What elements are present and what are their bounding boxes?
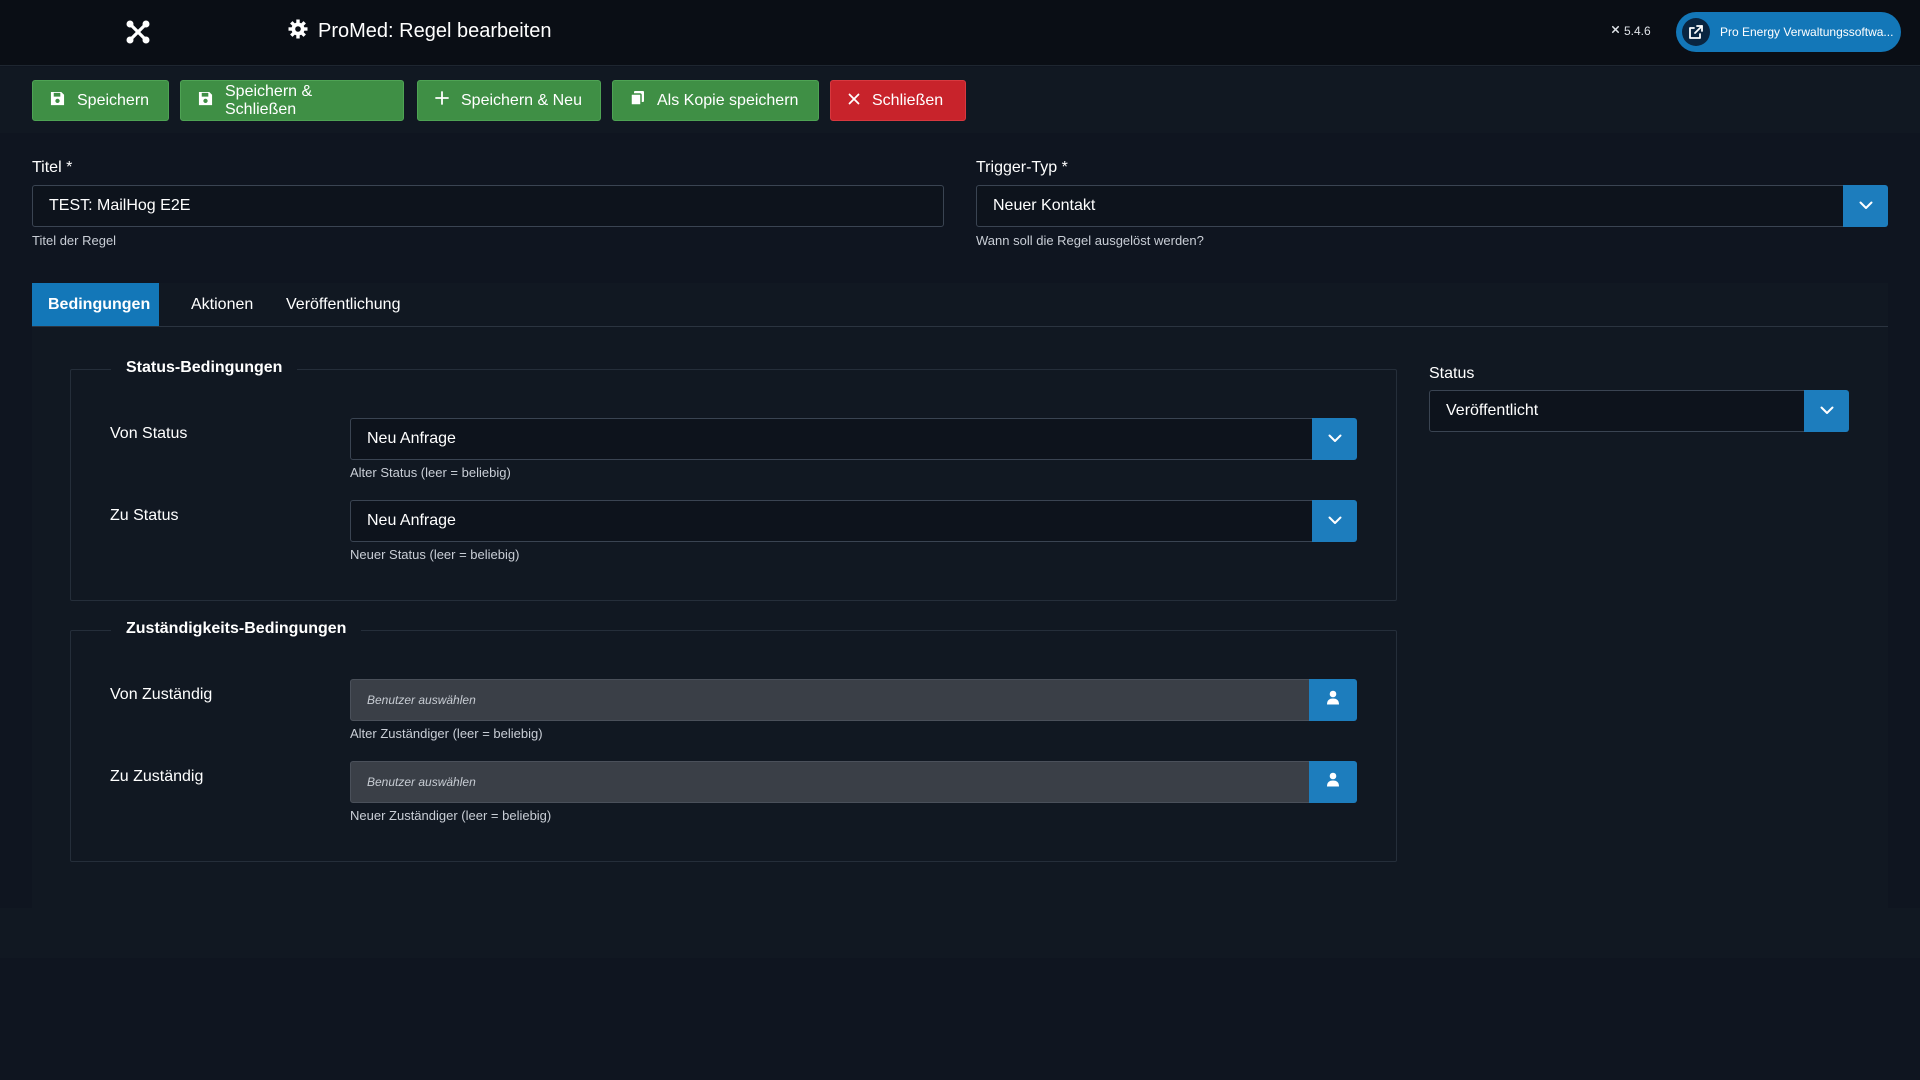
save-new-button[interactable]: Speichern & Neu	[417, 80, 601, 121]
close-icon	[848, 92, 860, 110]
status-dropdown-button[interactable]	[1804, 390, 1849, 432]
app-header: ProMed: Regel bearbeiten 5.4.6 Pro Energ…	[0, 0, 1920, 66]
content-bottom-area	[0, 908, 1920, 958]
joomla-small-icon	[1610, 24, 1621, 38]
view-site-button[interactable]: Pro Energy Verwaltungssoftwa...	[1676, 12, 1901, 52]
to-assignee-label: Zu Zuständig	[110, 768, 204, 785]
to-status-help: Neuer Status (leer = beliebig)	[350, 547, 520, 562]
floppy-disk-icon	[198, 91, 213, 111]
from-status-label: Von Status	[110, 425, 188, 442]
save-button[interactable]: Speichern	[32, 80, 169, 121]
save-new-label: Speichern & Neu	[461, 91, 582, 109]
tab-bar: Bedingungen Aktionen Veröffentlichung	[32, 283, 1888, 327]
status-conditions-fieldset	[70, 369, 1397, 601]
status-label: Status	[1429, 365, 1475, 382]
title-label: Titel *	[32, 159, 73, 176]
from-status-dropdown-button[interactable]	[1312, 418, 1357, 460]
save-label: Speichern	[77, 91, 150, 109]
trigger-help: Wann soll die Regel ausgelöst werden?	[976, 233, 1204, 248]
save-close-button[interactable]: Speichern & Schließen	[180, 80, 404, 121]
site-button-label: Pro Energy Verwaltungssoftwa...	[1720, 25, 1894, 39]
close-button[interactable]: Schließen	[830, 80, 966, 121]
gear-icon	[288, 19, 308, 44]
user-icon	[1326, 690, 1340, 710]
floppy-disk-icon	[50, 91, 65, 111]
page-title-wrap: ProMed: Regel bearbeiten	[288, 19, 551, 44]
user-icon	[1326, 772, 1340, 792]
from-assignee-label: Von Zuständig	[110, 686, 213, 703]
assignee-conditions-legend: Zuständigkeits-Bedingungen	[111, 620, 362, 638]
save-copy-button[interactable]: Als Kopie speichern	[612, 80, 819, 121]
close-label: Schließen	[872, 91, 944, 109]
from-assignee-input[interactable]: Benutzer auswählen	[350, 679, 1310, 721]
assignee-conditions-fieldset	[70, 630, 1397, 862]
title-help: Titel der Regel	[32, 233, 117, 248]
version-info[interactable]: 5.4.6	[1610, 24, 1651, 38]
from-status-select[interactable]: Neu Anfrage	[350, 418, 1313, 460]
save-close-label: Speichern & Schließen	[225, 82, 313, 118]
page-title: ProMed: Regel bearbeiten	[318, 20, 552, 42]
status-conditions-legend: Status-Bedingungen	[111, 359, 298, 377]
trigger-dropdown-button[interactable]	[1843, 185, 1888, 227]
from-assignee-help: Alter Zuständiger (leer = beliebig)	[350, 726, 543, 741]
version-text: 5.4.6	[1624, 24, 1651, 38]
from-status-help: Alter Status (leer = beliebig)	[350, 465, 511, 480]
chevron-down-icon	[1328, 430, 1342, 448]
external-link-icon	[1682, 18, 1710, 46]
to-status-select[interactable]: Neu Anfrage	[350, 500, 1313, 542]
chevron-down-icon	[1859, 197, 1873, 215]
toolbar: Speichern Speichern & Schließen Speicher…	[0, 67, 1920, 133]
to-status-label: Zu Status	[110, 507, 179, 524]
from-assignee-select-button[interactable]	[1309, 679, 1357, 721]
trigger-select[interactable]: Neuer Kontakt	[976, 185, 1844, 227]
joomla-logo-icon[interactable]	[124, 18, 152, 46]
to-status-dropdown-button[interactable]	[1312, 500, 1357, 542]
chevron-down-icon	[1820, 402, 1834, 420]
copy-icon	[630, 90, 645, 111]
save-copy-label: Als Kopie speichern	[657, 91, 799, 109]
tab-actions[interactable]: Aktionen	[175, 283, 269, 326]
to-assignee-input[interactable]: Benutzer auswählen	[350, 761, 1310, 803]
title-input[interactable]: TEST: MailHog E2E	[32, 185, 944, 227]
chevron-down-icon	[1328, 512, 1342, 530]
plus-icon	[435, 91, 449, 110]
tab-publishing[interactable]: Veröffentlichung	[270, 283, 416, 326]
to-assignee-select-button[interactable]	[1309, 761, 1357, 803]
trigger-label: Trigger-Typ *	[976, 159, 1068, 176]
status-select[interactable]: Veröffentlicht	[1429, 390, 1805, 432]
to-assignee-help: Neuer Zuständiger (leer = beliebig)	[350, 808, 552, 823]
tab-conditions[interactable]: Bedingungen	[32, 283, 159, 326]
